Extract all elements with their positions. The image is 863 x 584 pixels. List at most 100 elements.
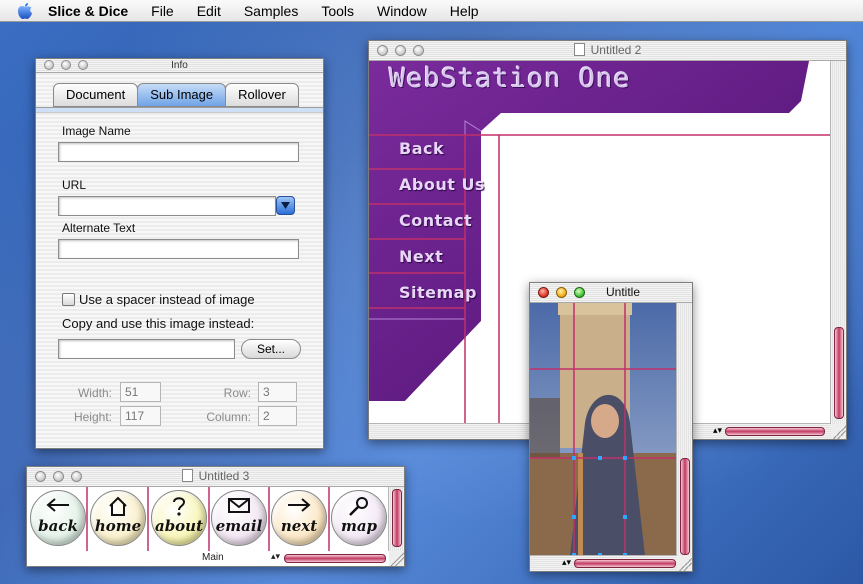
email-button[interactable]: email [211,490,267,546]
zoom-button[interactable] [71,471,82,482]
height-field: 117 [120,406,161,426]
vertical-scrollbar[interactable] [388,487,404,551]
menu-samples[interactable]: Samples [244,3,298,19]
nav-next[interactable]: Next [399,247,443,266]
magnifier-icon [332,495,386,517]
close-button[interactable] [35,471,46,482]
document-icon [181,469,193,482]
tab-sub-image[interactable]: Sub Image [137,83,227,107]
tab-rollover[interactable]: Rollover [225,83,299,107]
resize-grip-icon[interactable] [389,551,404,566]
copy-image-field[interactable] [58,339,235,359]
image-name-field[interactable] [58,142,299,162]
status-label: Main [202,552,224,563]
row-field: 3 [258,382,297,402]
map-button-label: map [340,517,378,535]
about-button[interactable]: about [151,490,207,546]
close-button[interactable] [44,60,54,70]
resize-grip-icon[interactable] [677,556,692,571]
scroll-thumb[interactable] [284,554,386,563]
close-button[interactable] [538,287,549,298]
nav-sitemap[interactable]: Sitemap [399,283,477,302]
apple-menu-icon[interactable] [16,2,34,20]
next-button[interactable]: next [271,490,327,546]
scroll-thumb[interactable] [392,489,402,547]
scroll-thumb[interactable] [725,427,825,436]
minimize-button[interactable] [556,287,567,298]
height-label: Height: [73,410,112,424]
document-icon [573,43,585,56]
zoom-button[interactable] [78,60,88,70]
alternate-text-field[interactable] [58,239,299,259]
minimize-button[interactable] [61,60,71,70]
horizontal-scrollbar[interactable]: ▴▾ [530,555,677,571]
untitled-2-titlebar[interactable]: Untitled 2 [369,41,846,61]
map-button[interactable]: map [331,490,387,546]
nav-contact[interactable]: Contact [399,211,472,230]
scroll-thumb[interactable] [574,559,676,568]
tab-document[interactable]: Document [53,83,139,107]
menu-help[interactable]: Help [450,3,479,19]
vertical-scrollbar[interactable] [830,61,846,424]
menu-edit[interactable]: Edit [197,3,221,19]
set-button[interactable]: Set... [241,339,301,359]
window-title: Untitled 2 [590,43,642,57]
stepper-arrows-icon[interactable]: ▴▾ [713,425,722,436]
arrow-left-icon [31,495,85,517]
url-dropdown-button[interactable] [276,196,295,215]
close-button[interactable] [377,45,388,56]
house-icon [91,495,145,517]
question-icon [152,495,206,517]
tab-divider [36,107,323,113]
row-label: Row: [223,386,251,400]
vertical-scrollbar[interactable] [676,303,692,556]
window-title: Untitled 3 [198,469,250,483]
status-bar: Main ▴▾ [27,551,389,566]
image-name-label: Image Name [62,124,131,138]
zoom-button[interactable] [574,287,585,298]
menu-window[interactable]: Window [377,3,427,19]
column-field: 2 [258,406,297,426]
button-strip: back home about email next map [27,487,389,551]
email-button-label: email [215,517,263,535]
window-title: Info [171,60,188,71]
width-field: 51 [120,382,161,402]
tab-bar: Document Sub Image Rollover [53,83,299,107]
url-field[interactable] [58,196,276,216]
menu-file[interactable]: File [151,3,174,19]
arrow-right-icon [272,495,326,517]
resize-grip-icon[interactable] [831,424,846,439]
untitled-photo-titlebar[interactable]: Untitle [530,283,692,303]
stepper-arrows-icon[interactable]: ▴▾ [562,557,571,568]
photo-canvas[interactable] [530,303,677,556]
spacer-checkbox-label[interactable]: Use a spacer instead of image [79,292,255,307]
width-label: Width: [77,386,112,400]
window-title: Untitle [606,285,641,299]
nav-about-us[interactable]: About Us [399,175,485,194]
back-button[interactable]: back [30,490,86,546]
menu-tools[interactable]: Tools [321,3,354,19]
alternate-text-label: Alternate Text [62,221,136,235]
stepper-arrows-icon[interactable]: ▴▾ [271,551,280,562]
about-button-label: about [154,517,204,535]
url-label: URL [62,178,87,192]
minimize-button[interactable] [53,471,64,482]
scroll-thumb[interactable] [680,458,690,555]
menu-bar: Slice & Dice File Edit Samples Tools Win… [0,0,863,22]
untitled-3-titlebar[interactable]: Untitled 3 [27,467,404,487]
home-button[interactable]: home [90,490,146,546]
zoom-button[interactable] [413,45,424,56]
info-titlebar[interactable]: Info [36,59,323,73]
column-label: Column: [206,410,251,424]
triangle-down-icon [281,202,290,209]
home-button-label: home [94,517,142,535]
minimize-button[interactable] [395,45,406,56]
spacer-checkbox[interactable] [62,293,75,306]
next-button-label: next [280,517,318,535]
menu-app-name[interactable]: Slice & Dice [48,3,128,19]
nav-back[interactable]: Back [399,139,444,158]
site-title: WebStation One [389,63,631,94]
scroll-thumb[interactable] [834,327,844,419]
untitled-photo-window: Untitle ▴▾ [529,282,693,572]
photo-graphic [530,303,677,556]
